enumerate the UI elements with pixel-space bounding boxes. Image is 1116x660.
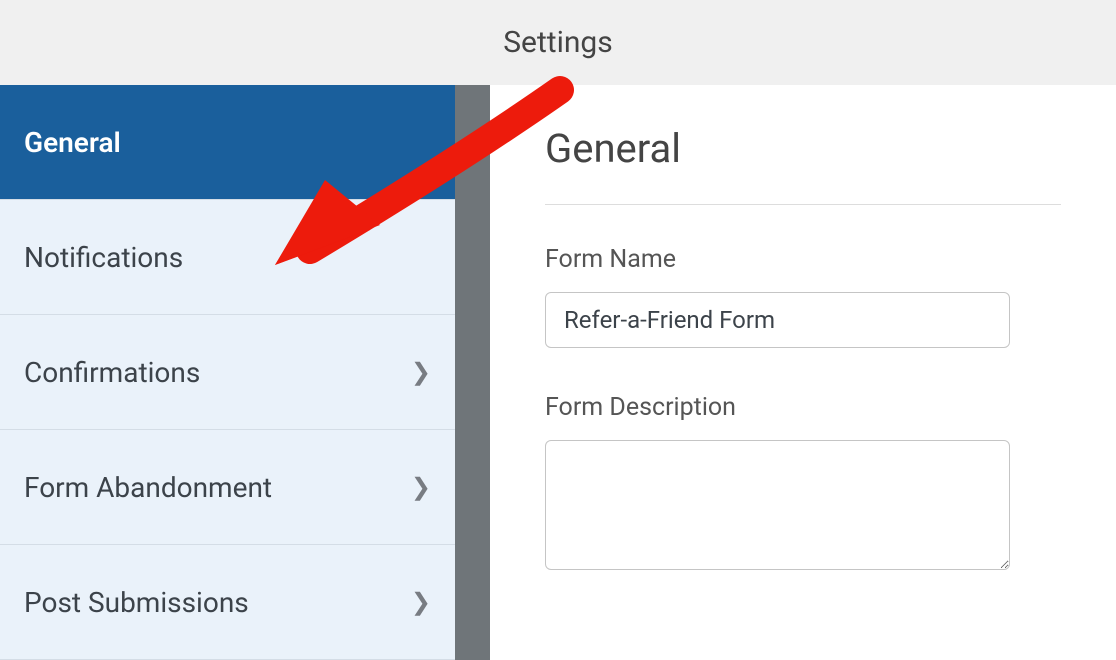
chevron-right-icon: ❯ [411, 358, 431, 386]
form-name-input[interactable] [545, 292, 1010, 348]
sidebar-item-notifications[interactable]: Notifications [0, 200, 455, 315]
panel-divider [455, 85, 490, 660]
layout: General Notifications Confirmations ❯ Fo… [0, 85, 1116, 660]
header: Settings [0, 0, 1116, 85]
form-name-label: Form Name [545, 245, 1061, 274]
page-title: Settings [503, 25, 613, 60]
form-description-label: Form Description [545, 393, 1061, 422]
chevron-right-icon: ❯ [411, 473, 431, 501]
sidebar-item-label: General [24, 126, 121, 159]
sidebar-item-label: Form Abandonment [24, 471, 272, 504]
chevron-right-icon: ❯ [411, 588, 431, 616]
content-panel: General Form Name Form Description [490, 85, 1116, 660]
sidebar-item-label: Notifications [24, 241, 183, 274]
sidebar-item-post-submissions[interactable]: Post Submissions ❯ [0, 545, 455, 660]
sidebar-item-general[interactable]: General [0, 85, 455, 200]
content-title: General [545, 125, 1061, 172]
divider [545, 204, 1061, 205]
form-name-group: Form Name [545, 245, 1061, 348]
sidebar-item-label: Post Submissions [24, 586, 249, 619]
form-description-group: Form Description [545, 393, 1061, 574]
sidebar-item-form-abandonment[interactable]: Form Abandonment ❯ [0, 430, 455, 545]
form-description-input[interactable] [545, 440, 1010, 570]
sidebar-item-label: Confirmations [24, 356, 200, 389]
sidebar: General Notifications Confirmations ❯ Fo… [0, 85, 455, 660]
sidebar-item-confirmations[interactable]: Confirmations ❯ [0, 315, 455, 430]
